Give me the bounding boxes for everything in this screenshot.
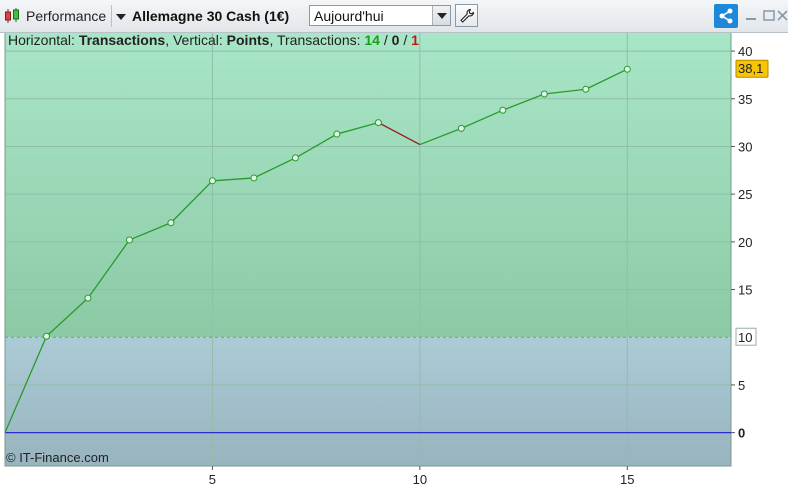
y-tick-label: 40 (738, 44, 752, 59)
settings-button[interactable] (455, 4, 478, 27)
toolbar: Performance Allemagne 30 Cash (1€) Aujou… (0, 0, 788, 33)
maximize-icon[interactable] (762, 9, 776, 23)
data-point (499, 106, 507, 114)
period-value: Aujourd'hui (314, 8, 384, 24)
data-point (540, 90, 548, 98)
data-point (42, 332, 50, 340)
count-separator: / (399, 32, 412, 48)
wins-count: 14 (364, 32, 380, 48)
losses-count: 1 (411, 32, 419, 48)
minimize-icon[interactable] (744, 9, 758, 23)
vertical-label: , Vertical: (165, 32, 223, 48)
horizontal-label: Horizontal: (8, 32, 75, 48)
data-point (208, 177, 216, 185)
y-axis: 0 5 15 20 25 30 35 40 (731, 44, 752, 441)
count-separator: / (379, 32, 392, 48)
transactions-label: , Transactions: (269, 32, 361, 48)
y-tick-label: 0 (738, 426, 745, 441)
threshold-label: 10 (738, 330, 752, 345)
last-value-badge: 38,1 (735, 59, 769, 78)
plot-area-upper (5, 32, 731, 338)
data-point (333, 130, 341, 138)
last-value-label: 38,1 (738, 61, 763, 76)
x-tick-label: 5 (209, 472, 216, 487)
data-point (291, 154, 299, 162)
x-axis: 5 10 15 (209, 466, 635, 487)
data-point (167, 219, 175, 227)
y-tick-label: 5 (738, 378, 745, 393)
copyright-text: © IT-Finance.com (6, 450, 109, 465)
share-button[interactable] (714, 4, 738, 28)
close-icon[interactable] (776, 9, 788, 23)
x-tick-label: 15 (620, 472, 634, 487)
performance-menu[interactable]: Performance (4, 6, 106, 26)
y-tick-label: 35 (738, 92, 752, 107)
instrument-selector[interactable]: Allemagne 30 Cash (1€) (116, 6, 289, 26)
chart-info-line: Horizontal: Transactions, Vertical: Poin… (8, 32, 419, 48)
data-point (623, 65, 631, 73)
threshold-badge: 10 (735, 327, 757, 346)
data-point (457, 124, 465, 132)
period-select[interactable]: Aujourd'hui (309, 5, 451, 26)
x-tick-label: 10 (413, 472, 427, 487)
candlestick-icon (5, 8, 19, 23)
chevron-down-icon (116, 14, 126, 20)
y-tick-label: 25 (738, 187, 752, 202)
y-tick-label: 15 (738, 283, 752, 298)
data-point (374, 119, 382, 127)
performance-chart: 0 5 15 20 25 30 35 40 5 10 15 38,1 10 (4, 31, 769, 487)
share-icon (719, 8, 733, 24)
performance-label: Performance (26, 8, 107, 24)
toolbar-divider (111, 5, 112, 27)
wrench-icon (459, 8, 474, 23)
data-point (250, 174, 258, 182)
y-tick-label: 20 (738, 235, 752, 250)
data-point (125, 236, 133, 244)
dropdown-arrow-icon[interactable] (432, 6, 450, 25)
plot-area-lower (5, 337, 731, 466)
instrument-label: Allemagne 30 Cash (1€) (132, 8, 290, 24)
horizontal-value: Transactions (78, 32, 166, 48)
data-point (84, 294, 92, 302)
data-point (582, 85, 590, 93)
y-tick-label: 30 (738, 139, 752, 154)
vertical-value: Points (226, 32, 270, 48)
